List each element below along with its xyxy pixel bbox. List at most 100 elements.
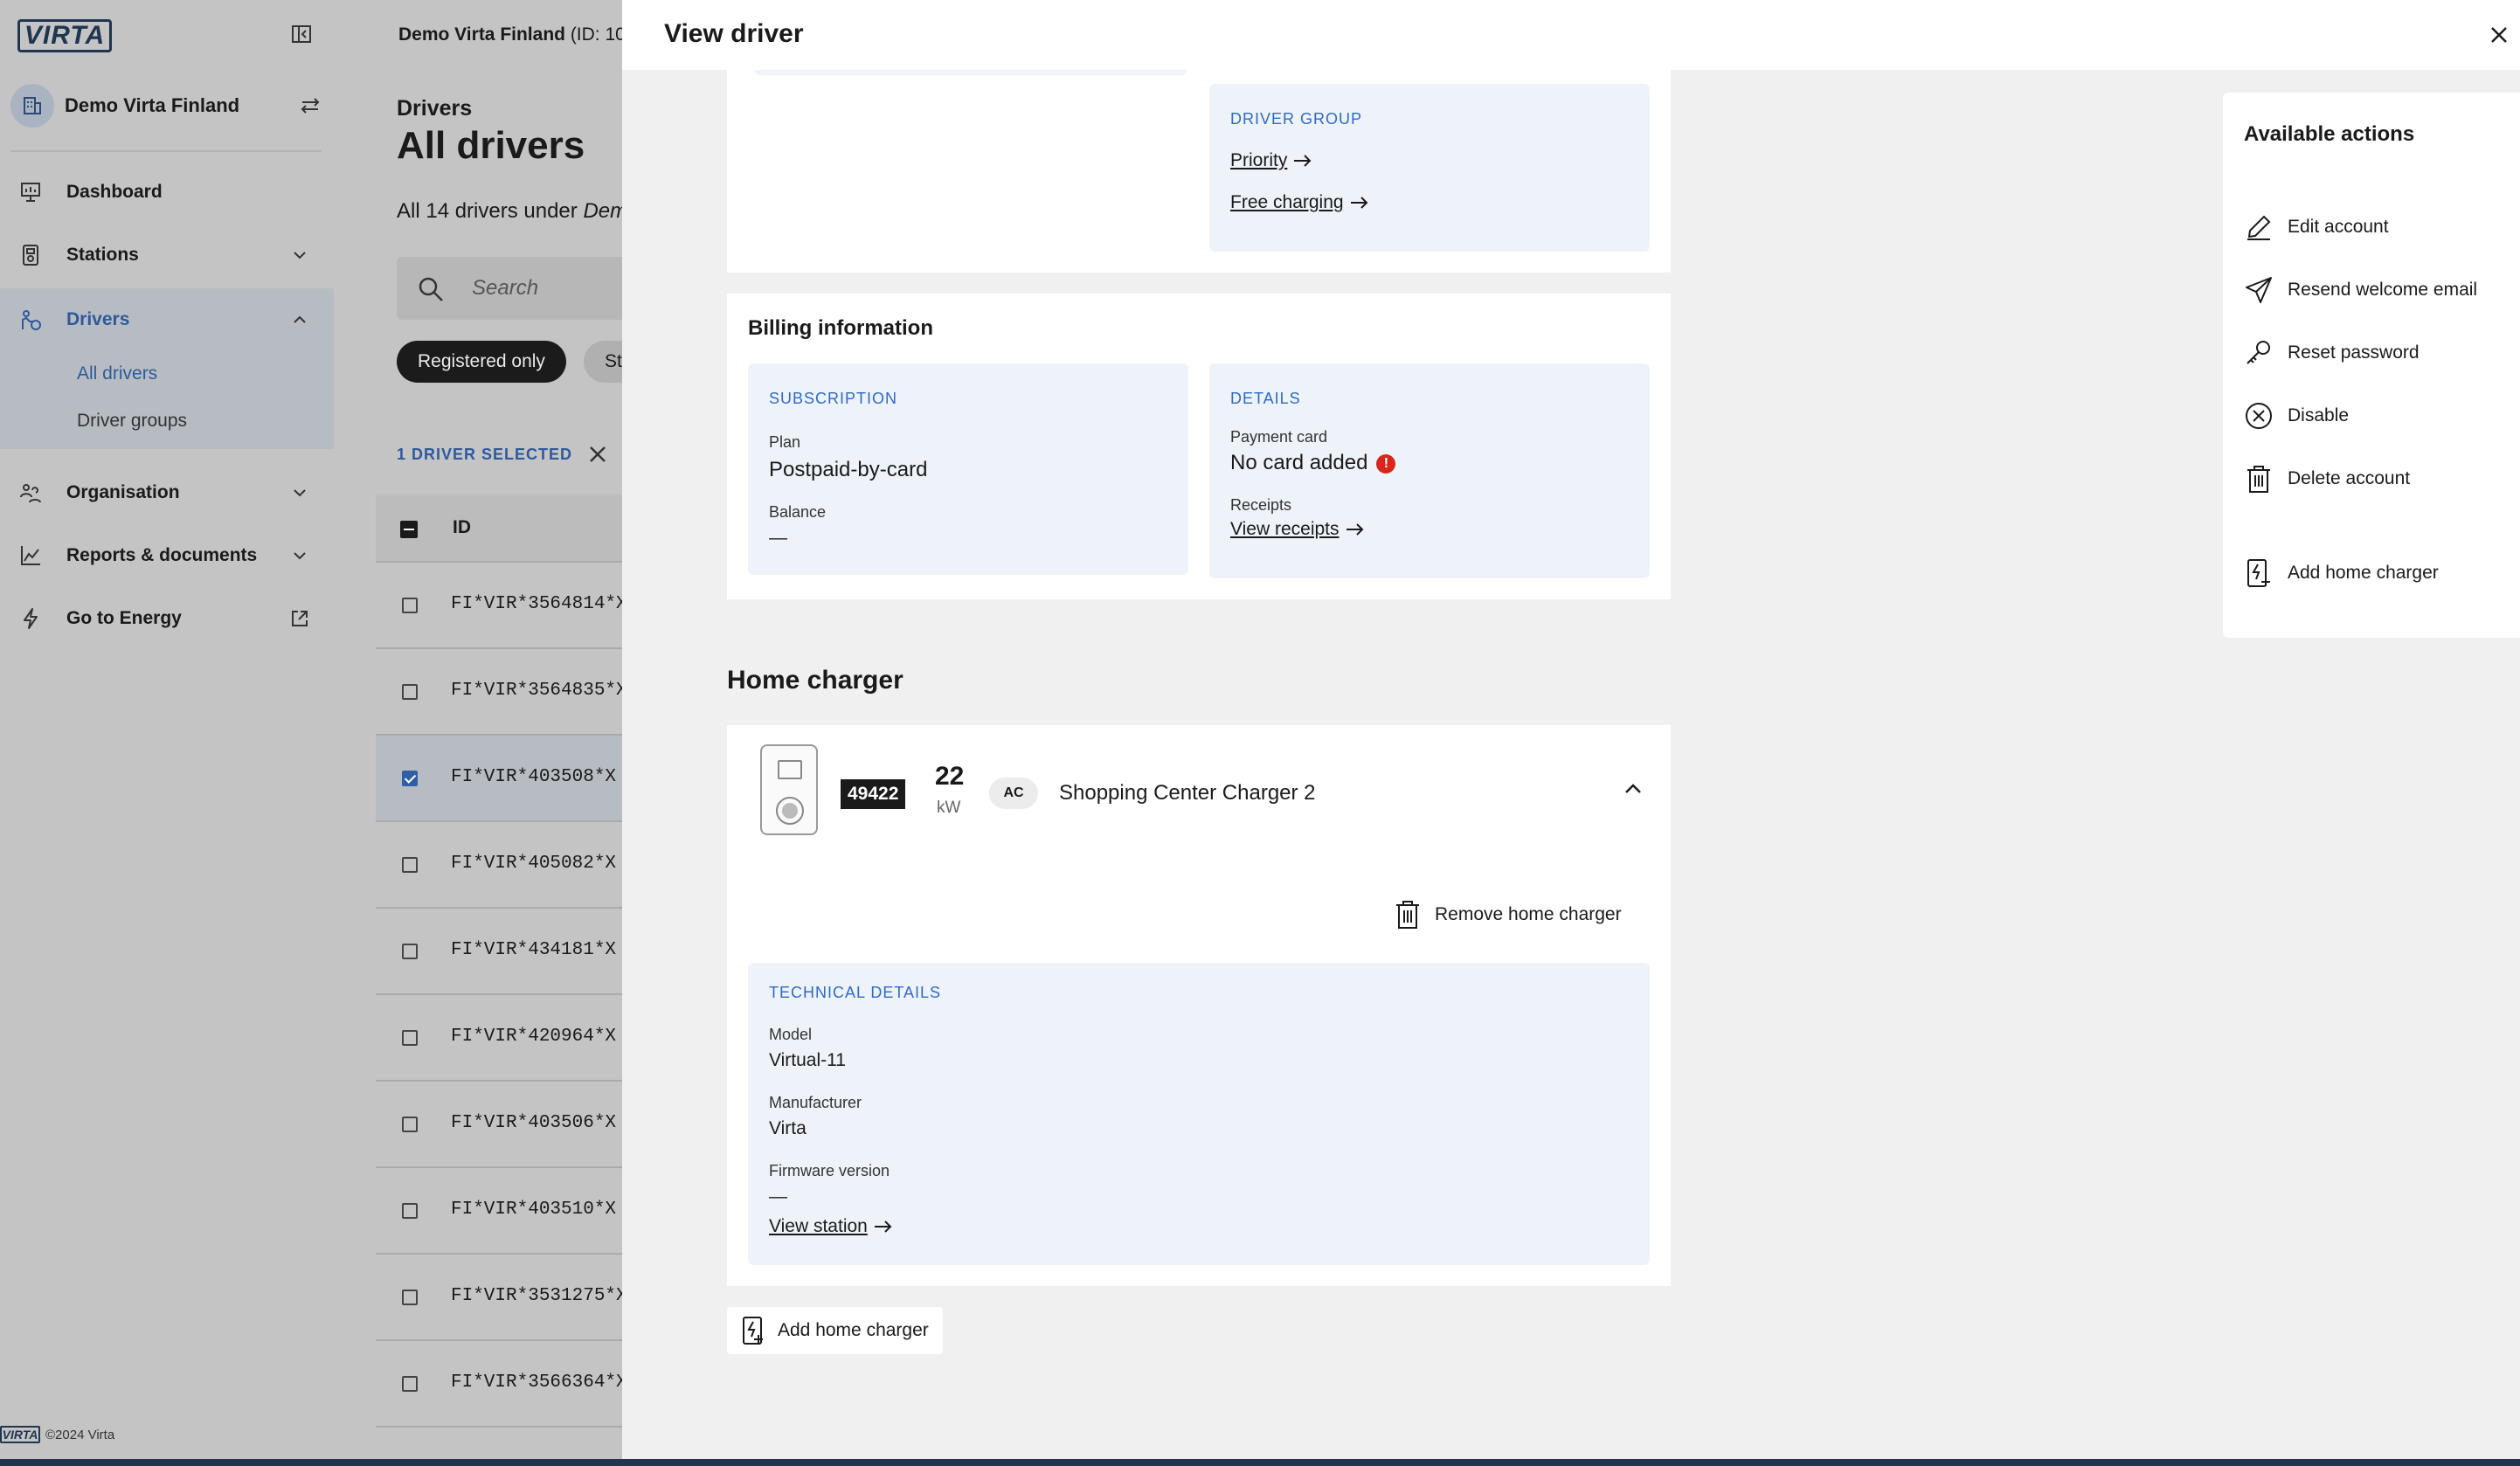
virta-logo[interactable]: VIRTA (17, 19, 112, 52)
row-checkbox[interactable] (402, 1030, 418, 1046)
breadcrumb[interactable]: Drivers (397, 96, 472, 121)
building-icon (10, 84, 54, 128)
close-icon[interactable] (2487, 23, 2511, 47)
free-charging-group-link[interactable]: Free charging (1230, 192, 1370, 213)
chevron-down-icon[interactable] (290, 483, 309, 502)
org-name: Demo Virta Finland (65, 94, 240, 116)
chevron-up-icon[interactable] (1622, 778, 1644, 800)
copyright: ©2024 Virta (45, 1427, 115, 1442)
nav-organisation[interactable]: Organisation (0, 461, 334, 524)
drivers-submenu: All drivers Driver groups (0, 351, 334, 449)
circle-x-icon (2244, 401, 2274, 431)
chevron-down-icon[interactable] (290, 245, 309, 265)
driver-group-panel: DRIVER GROUP Priority Free charging (1209, 84, 1650, 252)
key-icon (2244, 338, 2274, 368)
nav-go-to-energy[interactable]: Go to Energy (0, 587, 334, 650)
nav-label: Organisation (66, 482, 180, 502)
switch-org-icon[interactable] (299, 94, 322, 117)
table-row[interactable]: FI*VIR*434181*X (376, 909, 622, 995)
table-row[interactable]: FI*VIR*403508*X (376, 736, 622, 822)
remove-home-charger-label: Remove home charger (1435, 904, 1622, 924)
disable-action[interactable]: Disable (2244, 398, 2349, 433)
nav-reports[interactable]: Reports & documents (0, 524, 334, 587)
search-input[interactable]: Search (397, 257, 622, 320)
nav-label: Drivers (66, 309, 130, 329)
page-subtitle: All 14 drivers under Dem (397, 199, 622, 223)
subscription-title: SUBSCRIPTION (769, 390, 898, 407)
footer: VIRTA ©2024 Virta (0, 1426, 114, 1443)
edit-account-action[interactable]: Edit account (2244, 210, 2389, 245)
sidebar: VIRTA Demo Virta Finland Dashboard Stati… (0, 0, 334, 1459)
row-checkbox[interactable] (402, 1290, 418, 1305)
view-receipts-link[interactable]: View receipts (1230, 519, 1366, 540)
table-row[interactable]: FI*VIR*3566364*X (376, 1341, 622, 1428)
select-all-checkbox[interactable] (400, 521, 418, 538)
row-checkbox[interactable] (402, 857, 418, 873)
model-value: Virtual-11 (769, 1050, 846, 1070)
view-station-link[interactable]: View station (769, 1216, 894, 1237)
row-checkbox[interactable] (402, 944, 418, 959)
filter-chip-status[interactable]: Sta (584, 341, 622, 383)
nav-stations[interactable]: Stations (0, 224, 334, 287)
chevron-down-icon[interactable] (290, 546, 309, 565)
remove-home-charger-button[interactable]: Remove home charger (1395, 900, 1622, 930)
action-label: Edit account (2288, 217, 2389, 237)
filter-chip-registered[interactable]: Registered only (397, 341, 566, 383)
technical-details-panel: TECHNICAL DETAILS Model Virtual-11 Manuf… (748, 963, 1650, 1265)
table-row[interactable]: FI*VIR*3564835*X (376, 649, 622, 736)
sidebar-item-driver-groups[interactable]: Driver groups (77, 411, 187, 432)
firmware-value: — (769, 1186, 787, 1207)
account-info-card: DRIVER GROUP Priority Free charging (727, 70, 1671, 273)
driver-id: FI*VIR*3564814*X (451, 594, 622, 614)
drawer-title: View driver (664, 19, 804, 48)
row-checkbox[interactable] (402, 1117, 418, 1132)
charger-add-icon (2244, 558, 2274, 588)
priority-group-link[interactable]: Priority (1230, 150, 1313, 171)
add-home-charger-button[interactable]: Add home charger (727, 1307, 943, 1354)
driver-id: FI*VIR*3564835*X (451, 681, 622, 701)
column-header-id[interactable]: ID (453, 517, 471, 538)
nav-label: Dashboard (66, 182, 163, 202)
row-checkbox[interactable] (402, 598, 418, 613)
payment-card-value: No card added! (1230, 451, 1396, 475)
organisation-icon (19, 481, 42, 504)
nav-drivers[interactable]: Drivers (0, 288, 334, 351)
row-checkbox[interactable] (402, 1376, 418, 1392)
external-link-icon[interactable] (290, 609, 309, 628)
table-row[interactable]: FI*VIR*3531275*X (376, 1255, 622, 1341)
table-row[interactable]: FI*VIR*420964*X (376, 995, 622, 1082)
sidebar-item-all-drivers[interactable]: All drivers (77, 363, 157, 384)
collapse-sidebar-icon[interactable] (292, 24, 311, 44)
row-checkbox[interactable] (402, 1203, 418, 1219)
resend-welcome-email-action[interactable]: Resend welcome email (2244, 273, 2477, 308)
table-row[interactable]: FI*VIR*403506*X (376, 1082, 622, 1168)
nav-dashboard[interactable]: Dashboard (0, 161, 334, 224)
billing-title: Billing information (748, 316, 933, 340)
action-label: Delete account (2288, 468, 2411, 488)
table-row[interactable]: FI*VIR*405082*X (376, 822, 622, 909)
table-row[interactable]: FI*VIR*403510*X (376, 1168, 622, 1255)
plan-value: Postpaid-by-card (769, 458, 928, 481)
arrow-right-icon (1292, 154, 1313, 168)
action-label: Add home charger (2288, 563, 2439, 583)
nav-label: Reports & documents (66, 545, 258, 565)
home-charger-heading: Home charger (727, 666, 903, 695)
receipts-label: Receipts (1230, 496, 1292, 514)
nav-label: Stations (66, 245, 139, 265)
org-switcher[interactable]: Demo Virta Finland (10, 84, 322, 128)
add-home-charger-action[interactable]: Add home charger (2244, 556, 2439, 591)
billing-card: Billing information SUBSCRIPTION Plan Po… (727, 294, 1671, 599)
chevron-up-icon[interactable] (290, 310, 309, 329)
chart-line-icon (19, 544, 42, 567)
power-unit: kW (937, 799, 961, 817)
arrow-right-icon (1349, 196, 1370, 210)
balance-value: — (769, 528, 787, 548)
reset-password-action[interactable]: Reset password (2244, 335, 2420, 370)
row-checkbox[interactable] (402, 684, 418, 700)
view-driver-drawer: View driver DRIVER GROUP Priority Free c… (622, 0, 2520, 1459)
arrow-right-icon (873, 1220, 894, 1234)
clear-selection-icon[interactable] (587, 444, 608, 465)
row-checkbox[interactable] (402, 771, 418, 786)
delete-account-action[interactable]: Delete account (2244, 461, 2410, 496)
table-row[interactable]: FI*VIR*3564814*X (376, 563, 622, 649)
